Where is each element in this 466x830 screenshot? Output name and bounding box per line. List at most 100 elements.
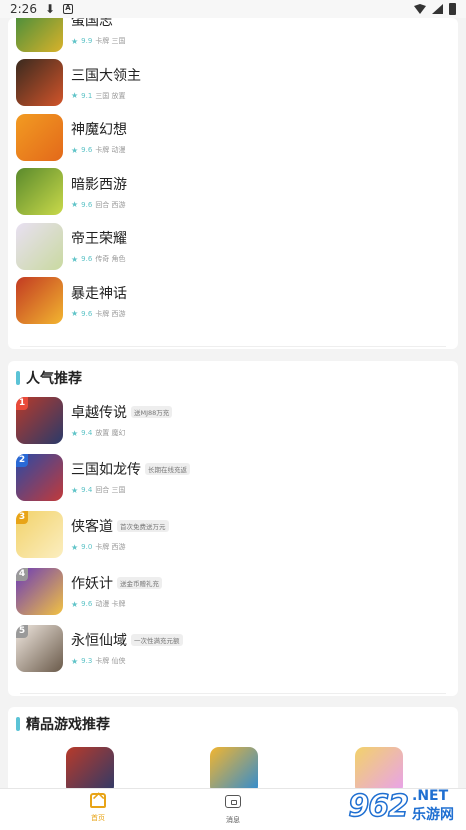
game-tags: 传奇 角色 <box>95 255 126 263</box>
rank-badge: 1 <box>16 396 28 410</box>
game-icon[interactable]: 4 <box>16 567 63 615</box>
game-row[interactable]: 神魔幻想 ★ 9.6 卡牌 动漫 <box>16 110 450 164</box>
star-icon: ★ <box>71 656 79 666</box>
star-icon: ★ <box>71 254 79 264</box>
star-icon: ★ <box>71 542 79 552</box>
game-icon[interactable]: 2 <box>16 453 63 501</box>
popular-section: 人气推荐 1 卓越传说 送MJ88万充 ★ 9.4 放置 魔幻 2 三国如龙传 长期在线充返 ★ 9… <box>8 361 458 696</box>
game-name: 永恒仙域 <box>71 633 127 649</box>
game-icon[interactable] <box>16 18 63 52</box>
game-info: 帝王荣耀 ★ 9.6 传奇 角色 <box>71 228 127 264</box>
tab-messages[interactable]: 消息 <box>225 793 241 825</box>
game-icon[interactable] <box>16 59 63 106</box>
promo-tag: 送MJ88万充 <box>131 406 173 418</box>
popular-title: 人气推荐 <box>26 371 82 387</box>
download-icon: ⬇ <box>44 2 56 16</box>
rank-badge: 2 <box>16 453 28 467</box>
game-row[interactable]: 5 永恒仙域 一次性满充元额 ★ 9.3 卡牌 仙侠 <box>16 621 450 675</box>
site-watermark: 962 .NET 乐游网 <box>348 788 454 825</box>
section-title-bar <box>16 371 20 385</box>
wifi-icon <box>414 4 426 14</box>
game-tags: 卡牌 西游 <box>95 309 126 318</box>
game-row[interactable]: 4 作妖计 送金币赠礼充 ★ 9.6 动漫 卡牌 <box>16 564 450 618</box>
a-badge-icon: A <box>63 4 74 14</box>
game-score: 9.0 <box>81 543 93 551</box>
section-title: 精品游戏推荐 <box>8 707 458 741</box>
promo-tag: 长期在线充返 <box>145 463 190 475</box>
game-score: 9.6 <box>81 146 93 154</box>
game-info: 卓越传说 送MJ88万充 ★ 9.4 放置 魔幻 <box>71 402 173 438</box>
promo-tag: 送金币赠礼充 <box>117 577 162 589</box>
game-tags: 放置 魔幻 <box>95 429 126 437</box>
section-title-bar <box>16 717 20 731</box>
game-tags: 卡牌 三国 <box>95 37 126 45</box>
game-row[interactable]: 帝王荣耀 ★ 9.6 传奇 角色 <box>16 219 450 273</box>
game-info: 暗影西游 ★ 9.6 回合 西游 <box>71 174 127 210</box>
battery-icon <box>449 3 456 15</box>
rank-badge: 5 <box>16 624 28 638</box>
watermark-cn: 乐游网 <box>412 807 454 823</box>
game-info: 永恒仙域 一次性满充元额 ★ 9.3 卡牌 仙侠 <box>71 630 183 666</box>
game-icon[interactable] <box>16 222 63 270</box>
game-row[interactable]: 暗影西游 ★ 9.6 回合 西游 <box>16 165 450 219</box>
game-name: 蛋国志 <box>71 18 113 29</box>
section-title: 人气推荐 <box>8 361 458 395</box>
status-time: 2:26 <box>10 2 37 16</box>
rank-badge: 4 <box>16 567 28 581</box>
status-bar: 2:26 ⬇ A <box>0 0 466 18</box>
game-info: 三国如龙传 长期在线充返 ★ 9.4 回合 三国 <box>71 459 190 495</box>
game-info: 三国大领主 ★ 9.1 三国 放置 <box>71 65 141 101</box>
star-icon: ★ <box>71 200 79 209</box>
game-score: 9.6 <box>81 600 93 608</box>
game-row[interactable]: 2 三国如龙传 长期在线充返 ★ 9.4 回合 三国 <box>16 450 450 504</box>
game-row[interactable]: 3 侠客道 首次免费送万元 ★ 9.0 卡牌 西游 <box>16 507 450 561</box>
game-info: 侠客道 首次免费送万元 ★ 9.0 卡牌 西游 <box>71 516 169 552</box>
promo-tag: 首次免费送万元 <box>117 520 169 532</box>
game-tags: 三国 放置 <box>95 91 126 100</box>
tab-home-label: 首页 <box>91 814 105 822</box>
star-icon: ★ <box>71 599 79 609</box>
game-score: 9.3 <box>81 657 93 665</box>
watermark-number: 962 <box>348 788 410 825</box>
game-icon[interactable]: 1 <box>16 396 63 444</box>
game-score: 9.6 <box>81 200 93 209</box>
game-icon[interactable] <box>16 113 63 161</box>
star-icon: ★ <box>71 485 79 495</box>
game-row[interactable]: 三国大领主 ★ 9.1 三国 放置 <box>16 56 450 110</box>
message-icon <box>225 795 241 808</box>
game-name: 三国大领主 <box>71 67 141 84</box>
game-tags: 回合 西游 <box>95 200 126 209</box>
game-score: 9.4 <box>81 429 93 437</box>
game-icon[interactable]: 3 <box>16 510 63 558</box>
game-row[interactable]: 1 卓越传说 送MJ88万充 ★ 9.4 放置 魔幻 <box>16 393 450 447</box>
bottom-tab-bar: 首页 消息 962 .NET 乐游网 <box>0 788 466 830</box>
game-tags: 回合 三国 <box>95 486 126 494</box>
game-name: 暴走神话 <box>71 285 127 302</box>
game-name: 暗影西游 <box>71 176 127 193</box>
tab-home[interactable]: 首页 <box>90 793 106 823</box>
tab-messages-label: 消息 <box>226 816 240 824</box>
game-icon[interactable] <box>16 277 63 324</box>
game-name: 卓越传说 <box>71 405 127 421</box>
divider <box>20 693 446 694</box>
game-icon[interactable]: 5 <box>16 624 63 672</box>
rank-badge: 3 <box>16 510 28 524</box>
game-score: 9.6 <box>81 255 93 263</box>
game-score: 9.6 <box>81 309 93 318</box>
game-tags: 卡牌 动漫 <box>95 146 126 154</box>
game-tags: 卡牌 仙侠 <box>95 657 126 665</box>
star-icon: ★ <box>71 36 79 46</box>
game-name: 侠客道 <box>71 519 113 535</box>
game-tags: 卡牌 西游 <box>95 543 126 551</box>
game-icon[interactable] <box>16 168 63 215</box>
game-score: 9.1 <box>81 91 93 100</box>
game-tags: 动漫 卡牌 <box>95 600 126 608</box>
game-score: 9.9 <box>81 37 93 45</box>
featured-title: 精品游戏推荐 <box>26 717 110 733</box>
game-name: 神魔幻想 <box>71 122 127 138</box>
star-icon: ★ <box>71 309 79 318</box>
divider <box>20 346 446 347</box>
game-row[interactable]: 蛋国志 ★ 9.9 卡牌 三国 <box>16 18 450 55</box>
game-info: 暴走神话 ★ 9.6 卡牌 西游 <box>71 283 127 319</box>
game-row[interactable]: 暴走神话 ★ 9.6 卡牌 西游 <box>16 274 450 328</box>
